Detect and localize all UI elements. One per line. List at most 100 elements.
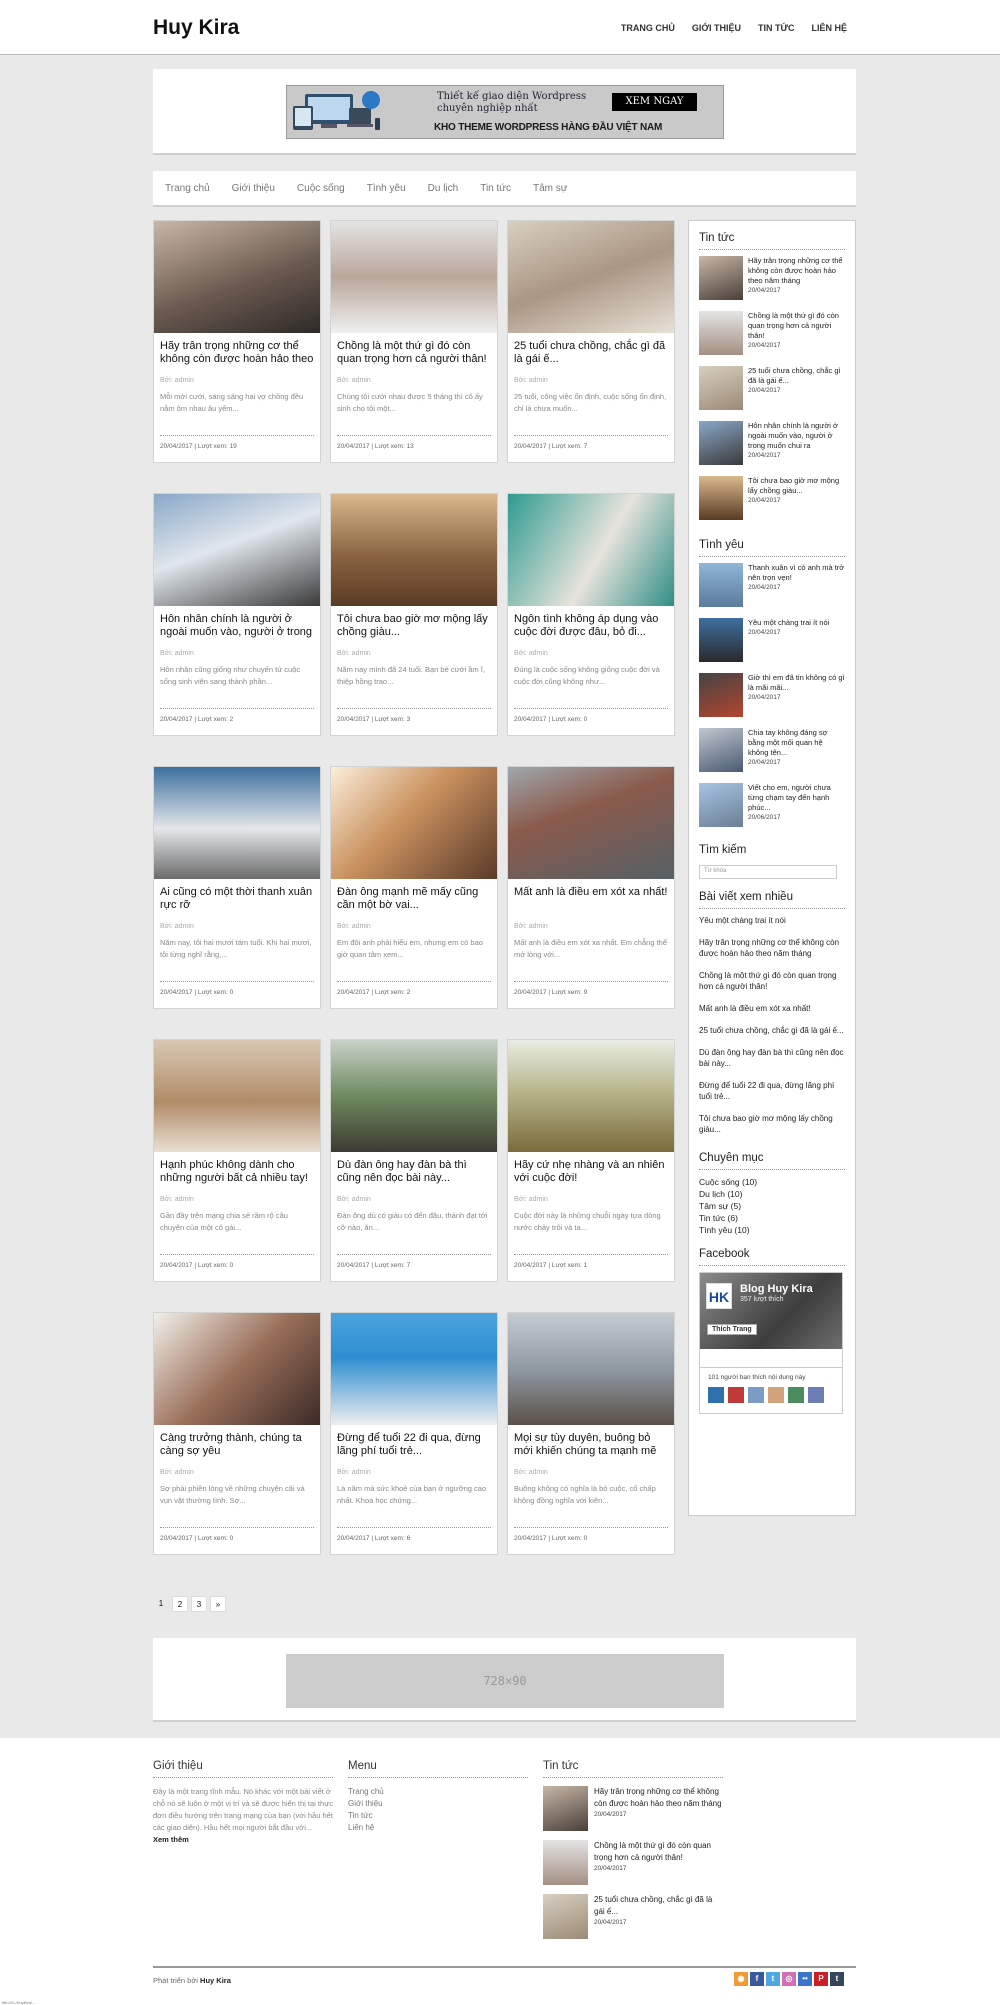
footer-news-item[interactable]: 25 tuổi chưa chồng, chắc gì đã là gái ế.… xyxy=(543,1894,723,1939)
sidebar-thumbnail[interactable] xyxy=(699,618,743,662)
topnav-news[interactable]: TIN TỨC xyxy=(758,23,794,33)
sidebar-search-input[interactable]: Từ khóa xyxy=(699,865,837,879)
post-card[interactable]: Dù đàn ông hay đàn bà thì cũng nên đọc b… xyxy=(330,1039,498,1282)
sidebar-item-title[interactable]: Thanh xuân vì có anh mà trở nên trọn vẹn… xyxy=(748,563,845,583)
post-title[interactable]: Ai cũng có một thời thanh xuân rực rỡ xyxy=(154,879,320,917)
pinterest-icon[interactable]: P xyxy=(814,1972,828,1986)
catnav-travel[interactable]: Du lịch xyxy=(428,183,459,194)
next-page-button[interactable]: » xyxy=(210,1596,226,1612)
post-card[interactable]: Càng trưởng thành, chúng ta càng sợ yêu B… xyxy=(153,1312,321,1555)
post-thumbnail[interactable] xyxy=(508,494,674,606)
topnav-contact[interactable]: LIÊN HỆ xyxy=(811,23,847,33)
post-thumbnail[interactable] xyxy=(154,494,320,606)
sidebar-item-title[interactable]: Hôn nhân chính là người ở ngoài muốn vào… xyxy=(748,421,845,451)
popular-post-link[interactable]: Dù đàn ông hay đàn bà thì cũng nên đọc b… xyxy=(699,1047,845,1069)
post-card[interactable]: Ngôn tình không áp dụng vào cuộc đời đượ… xyxy=(507,493,675,736)
sidebar-news-item[interactable]: Hôn nhân chính là người ở ngoài muốn vào… xyxy=(699,421,845,465)
sidebar-love-item[interactable]: Yêu một chàng trai ít nói 20/04/2017 xyxy=(699,618,845,662)
post-card[interactable]: Hãy trân trọng những cơ thể không còn đư… xyxy=(153,220,321,463)
banner-cta-button[interactable]: XEM NGAY xyxy=(612,93,697,111)
post-title[interactable]: Mọi sự tùy duyên, buông bỏ mới khiến chú… xyxy=(508,1425,674,1463)
footer-menu-link[interactable]: Liên hệ xyxy=(348,1822,528,1834)
post-title[interactable]: Ngôn tình không áp dụng vào cuộc đời đượ… xyxy=(508,606,674,644)
post-thumbnail[interactable] xyxy=(508,1040,674,1152)
footer-news-item[interactable]: Hãy trân trọng những cơ thể không còn đư… xyxy=(543,1786,723,1831)
sidebar-thumbnail[interactable] xyxy=(699,673,743,717)
avatar[interactable] xyxy=(708,1387,724,1403)
sidebar-love-item[interactable]: Chia tay không đáng sợ bằng một mối quan… xyxy=(699,728,845,772)
sidebar-thumbnail[interactable] xyxy=(699,563,743,607)
popular-post-link[interactable]: 25 tuổi chưa chồng, chắc gì đã là gái ế.… xyxy=(699,1025,845,1036)
popular-post-link[interactable]: Chồng là một thứ gì đó còn quan trọng hơ… xyxy=(699,970,845,992)
post-title[interactable]: Càng trưởng thành, chúng ta càng sợ yêu xyxy=(154,1425,320,1463)
theme-banner[interactable]: Thiết kế giao diện Wordpress chuyên nghi… xyxy=(286,85,724,139)
post-thumbnail[interactable] xyxy=(508,767,674,879)
popular-post-link[interactable]: Hãy trân trọng những cơ thể không còn đư… xyxy=(699,937,845,959)
post-card[interactable]: Mọi sự tùy duyên, buông bỏ mới khiến chú… xyxy=(507,1312,675,1555)
facebook-page-widget[interactable]: HK Blog Huy Kira 357 lượt thích Thích Tr… xyxy=(699,1272,843,1368)
popular-post-link[interactable]: Đừng để tuổi 22 đi qua, đừng lãng phí tu… xyxy=(699,1080,845,1102)
post-card[interactable]: Tôi chưa bao giờ mơ mộng lấy chồng giàu.… xyxy=(330,493,498,736)
avatar[interactable] xyxy=(748,1387,764,1403)
avatar[interactable] xyxy=(728,1387,744,1403)
sidebar-item-title[interactable]: Tôi chưa bao giờ mơ mộng lấy chồng giàu.… xyxy=(748,476,845,496)
sidebar-love-item[interactable]: Giờ thì em đã tin không có gì là mãi mãi… xyxy=(699,673,845,717)
post-card[interactable]: Hôn nhân chính là người ở ngoài muốn vào… xyxy=(153,493,321,736)
post-thumbnail[interactable] xyxy=(331,1313,497,1425)
sidebar-news-item[interactable]: Chồng là một thứ gì đó còn quan trọng hơ… xyxy=(699,311,845,355)
post-title[interactable]: Tôi chưa bao giờ mơ mộng lấy chồng giàu.… xyxy=(331,606,497,644)
post-thumbnail[interactable] xyxy=(154,1040,320,1152)
catnav-home[interactable]: Trang chủ xyxy=(165,183,210,194)
avatar[interactable] xyxy=(788,1387,804,1403)
read-more-link[interactable]: Xem thêm xyxy=(153,1835,189,1844)
facebook-like-button[interactable]: Thích Trang xyxy=(707,1324,757,1335)
copyright-author-link[interactable]: Huy Kira xyxy=(200,1976,231,1985)
post-title[interactable]: Đàn ông mạnh mẽ mấy cũng cần một bờ vai.… xyxy=(331,879,497,917)
category-link[interactable]: Tâm sự (5) xyxy=(699,1200,845,1212)
post-title[interactable]: Mất anh là điều em xót xa nhất! xyxy=(508,879,674,917)
footer-menu-link[interactable]: Trang chủ xyxy=(348,1786,528,1798)
footer-thumbnail[interactable] xyxy=(543,1840,588,1885)
sidebar-love-item[interactable]: Viết cho em, người chưa từng chạm tay đế… xyxy=(699,783,845,827)
sidebar-thumbnail[interactable] xyxy=(699,783,743,827)
post-title[interactable]: Hãy cứ nhẹ nhàng và an nhiên với cuộc đờ… xyxy=(508,1152,674,1190)
sidebar-item-title[interactable]: Hãy trân trọng những cơ thể không còn đư… xyxy=(748,256,845,286)
site-logo[interactable]: Huy Kira xyxy=(153,16,239,40)
post-card[interactable]: Đàn ông mạnh mẽ mấy cũng cần một bờ vai.… xyxy=(330,766,498,1009)
ad-placeholder[interactable]: 728×90 xyxy=(286,1654,724,1708)
footer-news-title[interactable]: Hãy trân trọng những cơ thể không còn đư… xyxy=(594,1786,723,1810)
post-thumbnail[interactable] xyxy=(331,1040,497,1152)
popular-post-link[interactable]: Yêu một chàng trai ít nói xyxy=(699,915,845,926)
post-thumbnail[interactable] xyxy=(331,494,497,606)
sidebar-news-item[interactable]: Hãy trân trọng những cơ thể không còn đư… xyxy=(699,256,845,300)
post-card[interactable]: Đừng để tuổi 22 đi qua, đừng lãng phí tu… xyxy=(330,1312,498,1555)
post-thumbnail[interactable] xyxy=(508,1313,674,1425)
sidebar-news-item[interactable]: 25 tuổi chưa chồng, chắc gì đã là gái ế.… xyxy=(699,366,845,410)
post-card[interactable]: Hạnh phúc không dành cho những người bất… xyxy=(153,1039,321,1282)
avatar[interactable] xyxy=(768,1387,784,1403)
catnav-about[interactable]: Giới thiệu xyxy=(232,183,275,194)
footer-thumbnail[interactable] xyxy=(543,1894,588,1939)
popular-post-link[interactable]: Tôi chưa bao giờ mơ mộng lấy chồng giàu.… xyxy=(699,1113,845,1135)
post-thumbnail[interactable] xyxy=(331,221,497,333)
post-title[interactable]: Hôn nhân chính là người ở ngoài muốn vào… xyxy=(154,606,320,644)
footer-news-title[interactable]: 25 tuổi chưa chồng, chắc gì đã là gái ế.… xyxy=(594,1894,723,1918)
avatar[interactable] xyxy=(808,1387,824,1403)
sidebar-thumbnail[interactable] xyxy=(699,256,743,300)
post-thumbnail[interactable] xyxy=(154,767,320,879)
topnav-home[interactable]: TRANG CHỦ xyxy=(621,23,675,33)
popular-post-link[interactable]: Mất anh là điều em xót xa nhất! xyxy=(699,1003,845,1014)
sidebar-item-title[interactable]: Viết cho em, người chưa từng chạm tay đế… xyxy=(748,783,845,813)
footer-menu-link[interactable]: Giới thiệu xyxy=(348,1798,528,1810)
catnav-news[interactable]: Tin tức xyxy=(480,183,511,194)
flickr-icon[interactable]: •• xyxy=(798,1972,812,1986)
rss-icon[interactable]: ◉ xyxy=(734,1972,748,1986)
footer-thumbnail[interactable] xyxy=(543,1786,588,1831)
post-thumbnail[interactable] xyxy=(154,221,320,333)
post-title[interactable]: Đừng để tuổi 22 đi qua, đừng lãng phí tu… xyxy=(331,1425,497,1463)
footer-news-title[interactable]: Chồng là một thứ gì đó còn quan trọng hơ… xyxy=(594,1840,723,1864)
catnav-life[interactable]: Cuộc sống xyxy=(297,183,345,194)
post-card[interactable]: Ai cũng có một thời thanh xuân rực rỡ Bởi… xyxy=(153,766,321,1009)
sidebar-thumbnail[interactable] xyxy=(699,421,743,465)
tumblr-icon[interactable]: t xyxy=(830,1972,844,1986)
